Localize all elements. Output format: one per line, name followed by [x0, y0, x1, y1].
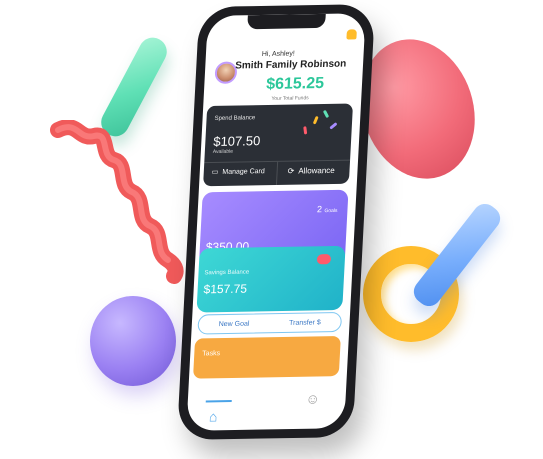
allowance-label: Allowance [298, 165, 335, 176]
phone-device: Hi, Ashley! Smith Family Robinson $615.2… [176, 3, 376, 441]
confetti-decoration [329, 122, 338, 130]
actions-row: New Goal Transfer $ [197, 311, 343, 335]
tasks-label: Tasks [202, 350, 221, 358]
total-funds-label: Your Total Funds [271, 95, 309, 102]
people-icon[interactable]: ☺ [305, 390, 320, 406]
confetti-decoration [322, 109, 330, 119]
tasks-card[interactable]: Tasks [192, 336, 341, 379]
piggy-bank-icon [316, 254, 332, 265]
avatar[interactable] [214, 61, 238, 84]
goals-count-value: 2 [316, 204, 323, 215]
spend-divider-vertical [275, 161, 279, 185]
confetti-decoration [303, 126, 308, 135]
purple-ball-shape [90, 296, 176, 386]
allowance-button[interactable]: ⟳ Allowance [287, 160, 335, 181]
active-tab-indicator [205, 400, 232, 403]
family-name: Smith Family Robinson [234, 58, 347, 72]
refresh-icon: ⟳ [287, 166, 295, 176]
coral-wave-shape [50, 120, 184, 284]
transfer-button[interactable]: Transfer $ [289, 319, 321, 327]
manage-card-button[interactable]: ▭ Manage Card [211, 161, 265, 182]
scene: Hi, Ashley! Smith Family Robinson $615.2… [0, 0, 543, 459]
spend-balance-subtitle: Available [212, 148, 234, 156]
spend-balance-card[interactable]: Spend Balance $107.50 Available ▭ Manage… [203, 103, 354, 187]
confetti-decoration [312, 115, 319, 125]
savings-balance-amount: $157.75 [203, 281, 248, 297]
new-goal-button[interactable]: New Goal [219, 320, 250, 328]
total-funds-amount: $615.25 [265, 74, 325, 94]
goals-count-label: Goals [324, 207, 338, 215]
savings-balance-title: Savings Balance [204, 269, 250, 277]
savings-balance-card[interactable]: Savings Balance $157.75 [196, 245, 346, 313]
greeting-text: Hi, Ashley! [261, 50, 296, 59]
bell-icon[interactable] [346, 29, 357, 40]
card-icon: ▭ [211, 168, 219, 177]
spend-balance-title: Spend Balance [214, 115, 256, 122]
manage-card-label: Manage Card [222, 167, 265, 176]
phone-notch [247, 13, 326, 30]
home-icon[interactable]: ⌂ [209, 408, 218, 424]
phone-screen: Hi, Ashley! Smith Family Robinson $615.2… [186, 13, 366, 431]
spend-balance-amount: $107.50 [212, 133, 261, 150]
goals-count: 2 Goals [317, 204, 338, 214]
